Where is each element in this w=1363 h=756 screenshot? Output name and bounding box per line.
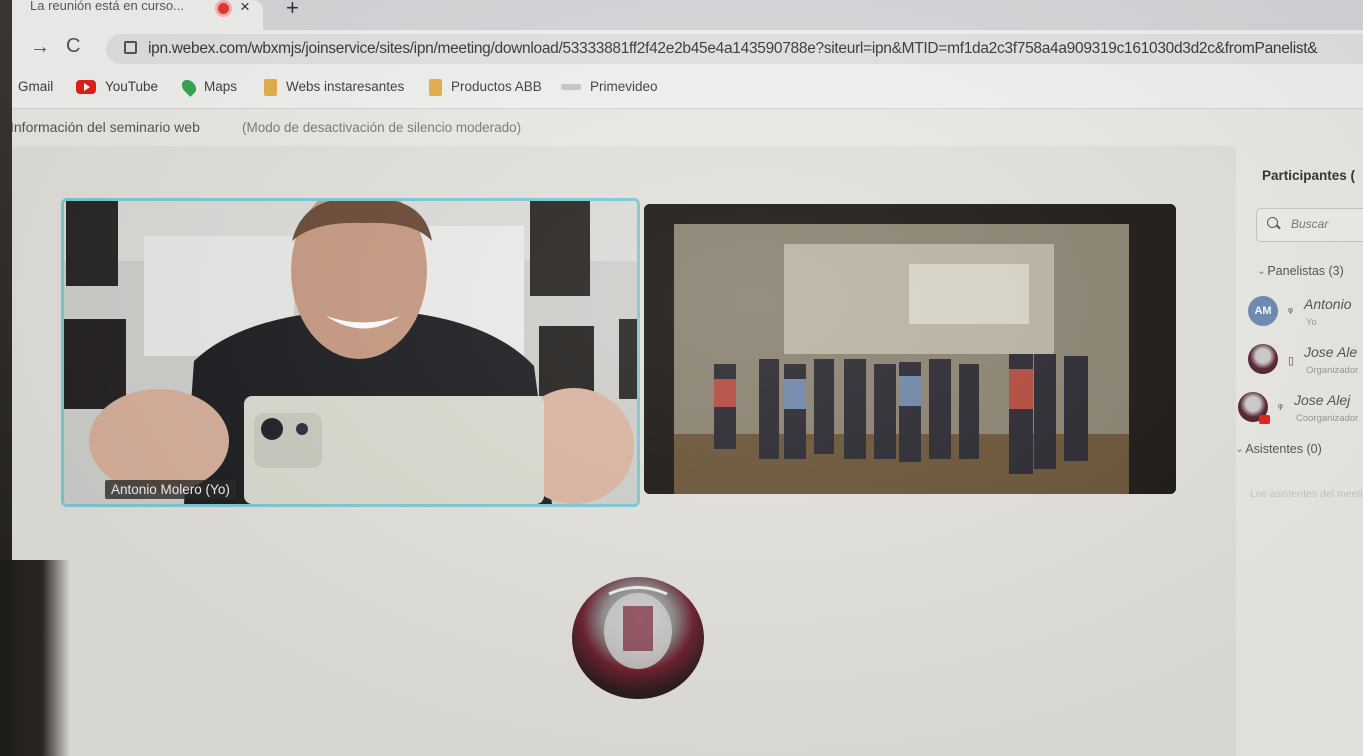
participant-search-input[interactable]: Buscar bbox=[1256, 208, 1363, 242]
reload-button[interactable]: C bbox=[66, 35, 80, 58]
participants-title: Participantes ( bbox=[1262, 168, 1356, 183]
self-video-feed bbox=[64, 201, 637, 504]
browser-tab[interactable]: La reunión está en curso... × bbox=[8, 0, 263, 30]
participant-role: Yo bbox=[1306, 317, 1317, 328]
lock-icon[interactable] bbox=[124, 41, 137, 54]
bookmark-primevideo[interactable]: Primevideo bbox=[561, 79, 658, 94]
audio-icon: ᵠ bbox=[1278, 402, 1283, 414]
remote-video-tile[interactable] bbox=[644, 204, 1176, 494]
address-bar[interactable]: ipn.webex.com/wbxmjs/joinservice/sites/i… bbox=[106, 34, 1363, 64]
bookmark-youtube[interactable]: YouTube bbox=[76, 79, 159, 95]
maps-icon bbox=[179, 77, 199, 98]
youtube-icon bbox=[76, 80, 96, 95]
tab-strip: La reunión está en curso... × + bbox=[8, 0, 1363, 30]
webinar-info-link[interactable]: Información del seminario web bbox=[10, 119, 200, 135]
audio-icon: ᵠ bbox=[1288, 306, 1293, 318]
video-badge-icon bbox=[1259, 415, 1270, 424]
browser-toolbar: → C ipn.webex.com/wbxmjs/joinservice/sit… bbox=[8, 30, 1363, 70]
participant-name: Antonio bbox=[1304, 296, 1352, 312]
avatar bbox=[1238, 392, 1270, 424]
folder-icon bbox=[264, 79, 277, 96]
chevron-down-icon: › bbox=[1256, 270, 1268, 275]
bookmark-label: Gmail bbox=[18, 79, 54, 94]
video-stage: Antonio Molero (Yo) bbox=[8, 146, 1243, 756]
bookmark-productos-abb[interactable]: Productos ABB bbox=[429, 79, 542, 96]
remote-video-feed bbox=[644, 204, 1176, 494]
bookmark-label: Productos ABB bbox=[451, 79, 542, 95]
ipn-logo bbox=[571, 576, 705, 700]
recording-icon bbox=[218, 3, 229, 14]
device-icon: ▯ bbox=[1288, 355, 1295, 367]
bookmark-webs-instaresantes[interactable]: Webs instaresantes bbox=[264, 79, 404, 96]
bookmark-label: Maps bbox=[204, 79, 238, 94]
primevideo-icon bbox=[561, 84, 581, 91]
avatar bbox=[1248, 344, 1278, 374]
screen: La reunión está en curso... × + → C ipn.… bbox=[8, 0, 1363, 756]
participant-name: Jose Alej bbox=[1294, 392, 1351, 408]
bookmark-label: Webs instaresantes bbox=[286, 79, 405, 95]
participants-panel: Participantes ( Buscar ›Panelistas (3) A… bbox=[1234, 146, 1363, 756]
close-tab-icon[interactable]: × bbox=[240, 0, 250, 17]
panelists-section-toggle[interactable]: ›Panelistas (3) bbox=[1256, 264, 1344, 278]
participant-row[interactable]: ᵠ Jose Alej Coorganizador bbox=[1238, 392, 1363, 428]
bookmark-label: Primevideo bbox=[590, 79, 658, 94]
attendees-label: Asistentes (0) bbox=[1245, 442, 1322, 456]
participant-name: Jose Ale bbox=[1304, 344, 1358, 360]
attendees-section-toggle[interactable]: ›Asistentes (0) bbox=[1234, 442, 1322, 456]
mute-mode-text: (Modo de desactivación de silencio moder… bbox=[242, 120, 522, 135]
chevron-down-icon: › bbox=[1234, 448, 1246, 453]
participant-row[interactable]: AM ᵠ Antonio Yo bbox=[1248, 296, 1363, 332]
bookmark-gmail[interactable]: Gmail bbox=[18, 79, 53, 94]
folder-icon bbox=[429, 79, 442, 96]
new-tab-button[interactable]: + bbox=[286, 0, 299, 21]
bookmark-label: YouTube bbox=[105, 79, 159, 94]
monitor-bezel-corner bbox=[0, 560, 70, 756]
panelists-label: Panelistas (3) bbox=[1267, 264, 1344, 278]
attendees-empty-text: Los asistentes del meeting bbox=[1250, 488, 1363, 500]
search-placeholder: Buscar bbox=[1291, 217, 1329, 231]
avatar: AM bbox=[1248, 296, 1278, 326]
search-icon bbox=[1267, 217, 1278, 228]
self-name-label: Antonio Molero (Yo) bbox=[105, 480, 236, 499]
self-video-tile[interactable]: Antonio Molero (Yo) bbox=[61, 198, 640, 507]
bookmark-maps[interactable]: Maps bbox=[179, 77, 238, 98]
participant-role: Coorganizador bbox=[1296, 413, 1359, 424]
forward-button[interactable]: → bbox=[30, 36, 50, 59]
url-text[interactable]: ipn.webex.com/wbxmjs/joinservice/sites/i… bbox=[148, 40, 1318, 58]
bookmarks-bar: Gmail YouTube Maps Webs instaresantes Pr… bbox=[8, 70, 1363, 109]
tab-title: La reunión está en curso... bbox=[30, 0, 184, 13]
webinar-info-bar: Información del seminario web (Modo de d… bbox=[8, 110, 1363, 146]
participant-role: Organizador bbox=[1306, 365, 1359, 376]
participant-row[interactable]: ▯ Jose Ale Organizador bbox=[1248, 344, 1363, 380]
